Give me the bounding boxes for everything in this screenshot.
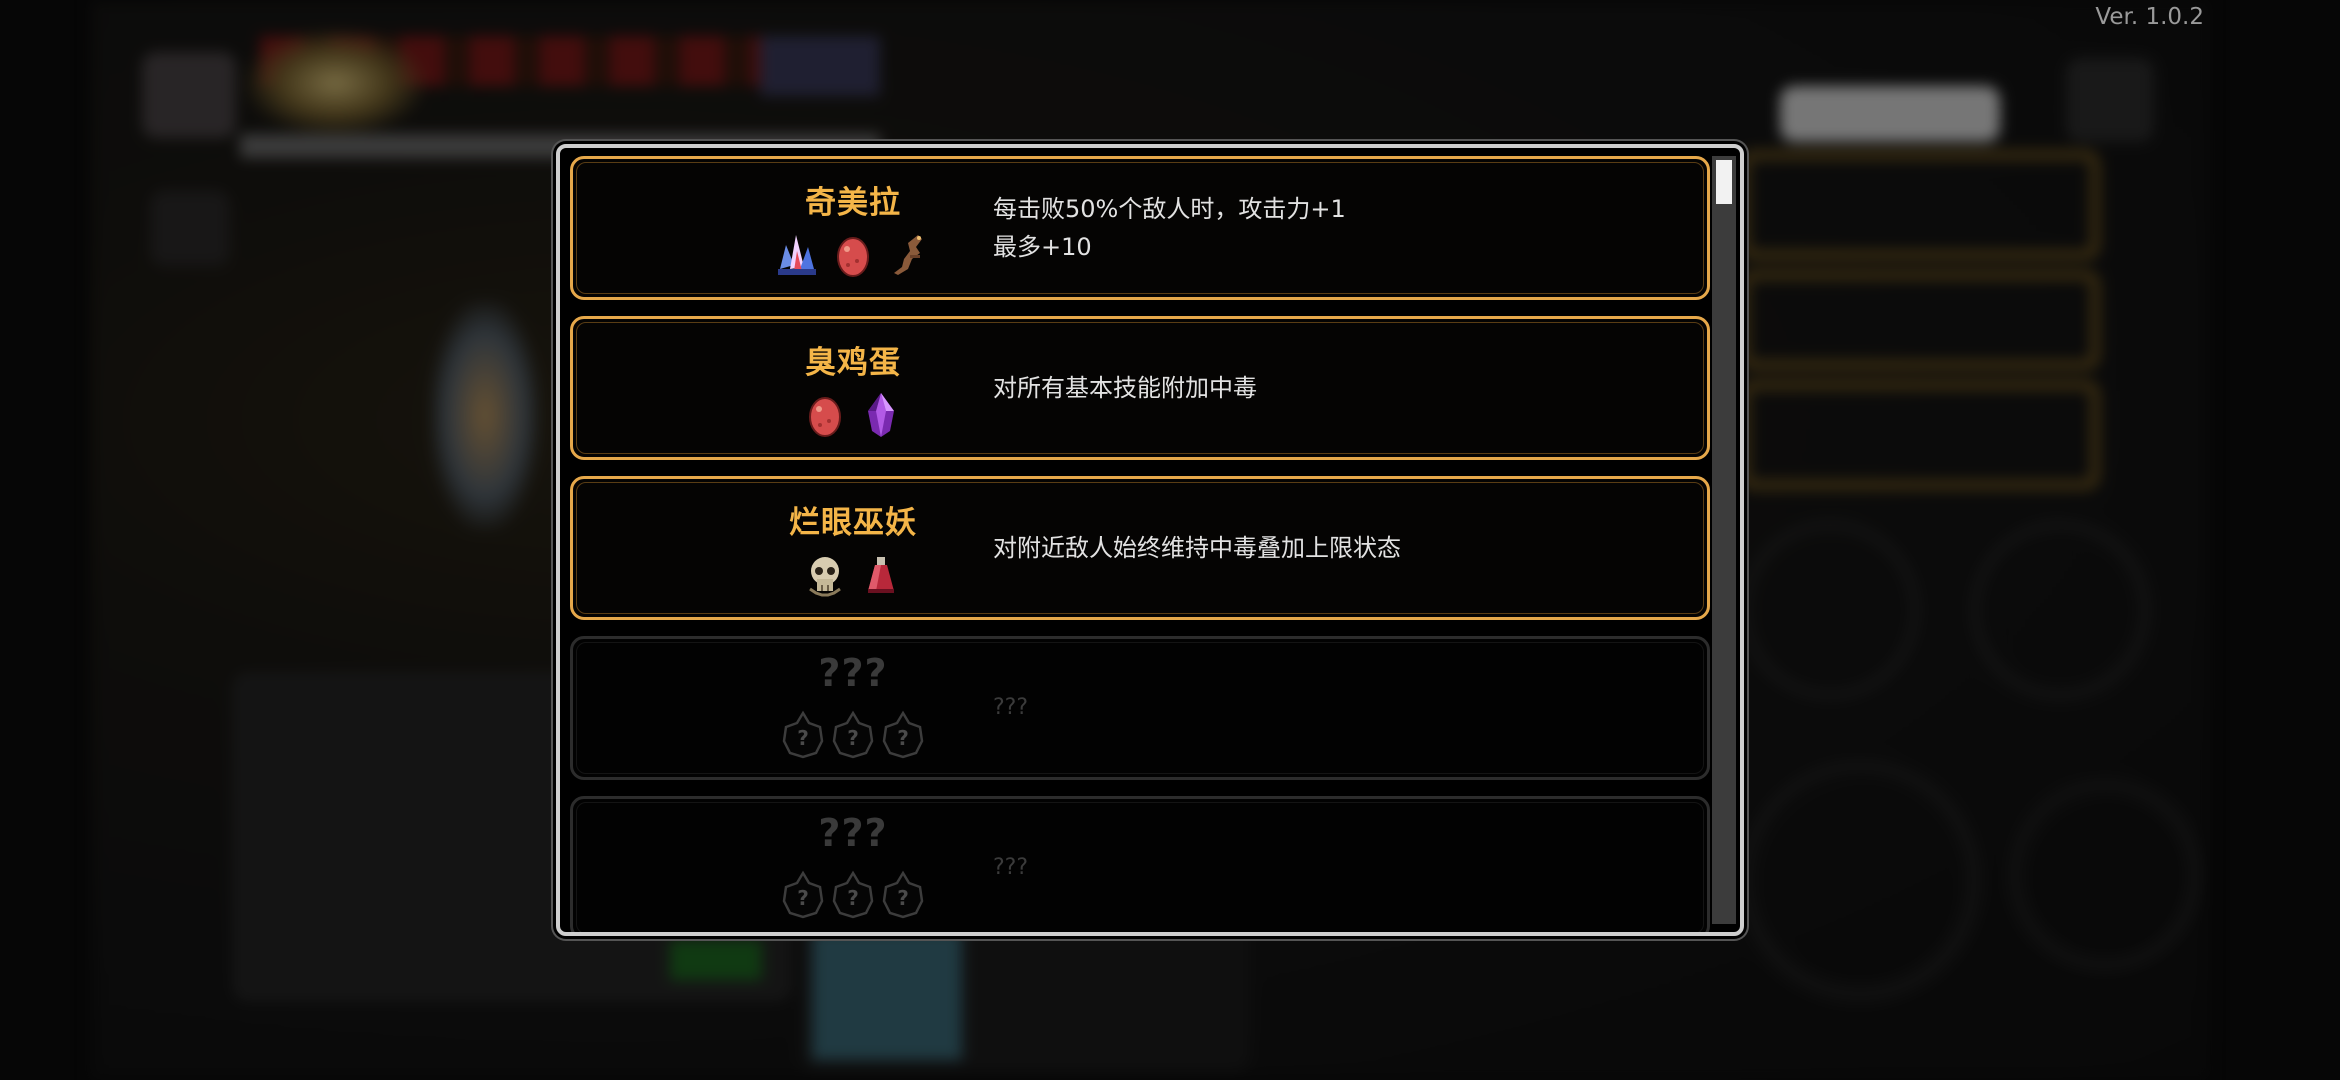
skull-icon	[809, 557, 841, 597]
ingredient-icons	[683, 389, 1023, 441]
combo-title: 臭鸡蛋	[805, 345, 901, 381]
lizard-tail-icon	[894, 235, 922, 275]
unknown-item-icon: ?	[882, 710, 924, 759]
combo-title: 烂眼巫妖	[789, 505, 917, 541]
scroll-thumb[interactable]	[1716, 160, 1732, 204]
combo-title: ???	[818, 811, 888, 855]
unknown-item-icon: ?	[832, 870, 874, 919]
combo-entry[interactable]: 臭鸡蛋 对所有基本技能附加中毒	[570, 316, 1710, 460]
combo-title: 奇美拉	[805, 185, 901, 221]
red-potion-icon	[868, 557, 894, 593]
combo-description: 每击败50%个敌人时，攻击力+1 最多+10	[993, 159, 1346, 297]
svg-text:?: ?	[797, 886, 809, 910]
combo-desc-line: 最多+10	[993, 233, 1092, 261]
svg-text:?: ?	[847, 726, 859, 750]
svg-text:?: ?	[897, 726, 909, 750]
crystal-cluster-icon	[778, 235, 816, 275]
combo-desc-line: 每击败50%个敌人时，攻击力+1	[993, 195, 1346, 223]
svg-text:?: ?	[797, 726, 809, 750]
combo-description: ???	[993, 799, 1029, 932]
unknown-item-icon: ?	[882, 870, 924, 919]
combo-title: ???	[818, 651, 888, 695]
combo-entry-locked[interactable]: ??? ? ? ? ???	[570, 636, 1710, 780]
combo-description: 对所有基本技能附加中毒	[993, 319, 1257, 457]
combo-codex-dialog: 奇美拉 每击败50%个敌人时，攻击力+1 最多+10 臭鸡蛋 对所有基本技能附加…	[556, 144, 1744, 936]
combo-desc-line: 对附近敌人始终维持中毒叠加上限状态	[993, 534, 1401, 562]
combo-list[interactable]: 奇美拉 每击败50%个敌人时，攻击力+1 最多+10 臭鸡蛋 对所有基本技能附加…	[570, 156, 1710, 932]
svg-text:?: ?	[897, 886, 909, 910]
combo-entry[interactable]: 奇美拉 每击败50%个敌人时，攻击力+1 最多+10	[570, 156, 1710, 300]
unknown-item-icon: ?	[782, 710, 824, 759]
unknown-item-icon: ?	[832, 710, 874, 759]
ingredient-icons	[683, 549, 1023, 601]
ingredient-icons	[683, 229, 1023, 281]
scrollbar[interactable]	[1712, 156, 1736, 924]
combo-desc-line: ???	[993, 695, 1029, 720]
svg-text:?: ?	[847, 886, 859, 910]
combo-entry-locked[interactable]: ??? ? ? ? ???	[570, 796, 1710, 932]
combo-desc-line: ???	[993, 855, 1029, 880]
purple-gem-icon	[868, 393, 894, 437]
ingredient-icons: ? ? ?	[683, 869, 1023, 921]
combo-desc-line: 对所有基本技能附加中毒	[993, 374, 1257, 402]
red-egg-icon	[809, 397, 841, 437]
unknown-item-icon: ?	[782, 870, 824, 919]
combo-entry[interactable]: 烂眼巫妖 对附近敌人始终维持中毒叠加上限状态	[570, 476, 1710, 620]
combo-description: 对附近敌人始终维持中毒叠加上限状态	[993, 479, 1401, 617]
version-label: Ver. 1.0.2	[2095, 4, 2204, 30]
combo-description: ???	[993, 639, 1028, 777]
red-egg-icon	[837, 237, 869, 277]
ingredient-icons: ? ? ?	[683, 709, 1023, 761]
